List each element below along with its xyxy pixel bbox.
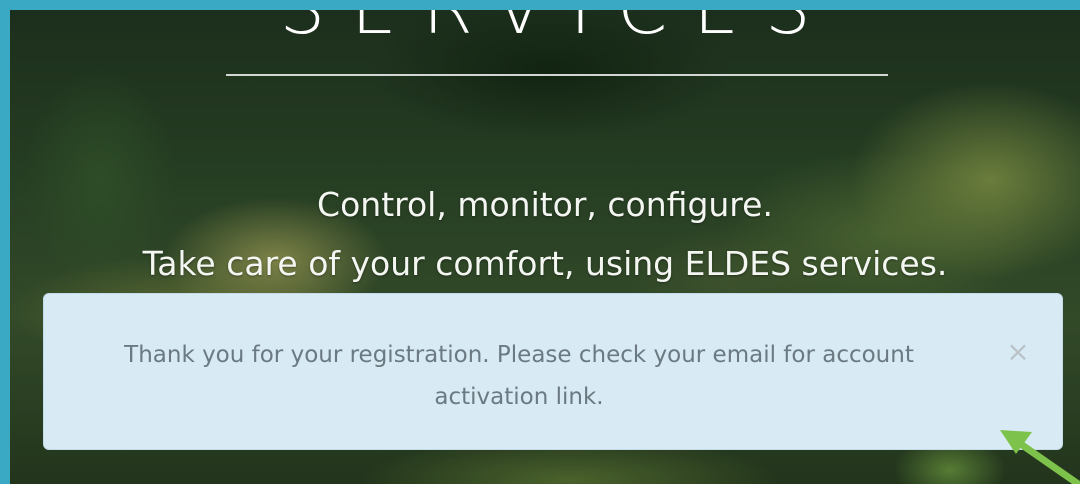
close-icon[interactable]: × (1004, 338, 1032, 366)
tagline-line-1: Control, monitor, configure. (317, 185, 773, 224)
page-heading: SERVICES (10, 10, 1080, 44)
heading-divider (226, 74, 888, 76)
green-arrow-icon (1000, 430, 1080, 484)
tagline-line-2: Take care of your comfort, using ELDES s… (142, 244, 948, 283)
registration-success-alert: Thank you for your registration. Please … (43, 293, 1063, 450)
alert-message: Thank you for your registration. Please … (124, 342, 914, 410)
hero-section: SERVICES Control, monitor, configure. Ta… (10, 10, 1080, 484)
screenshot-frame: SERVICES Control, monitor, configure. Ta… (0, 0, 1080, 484)
